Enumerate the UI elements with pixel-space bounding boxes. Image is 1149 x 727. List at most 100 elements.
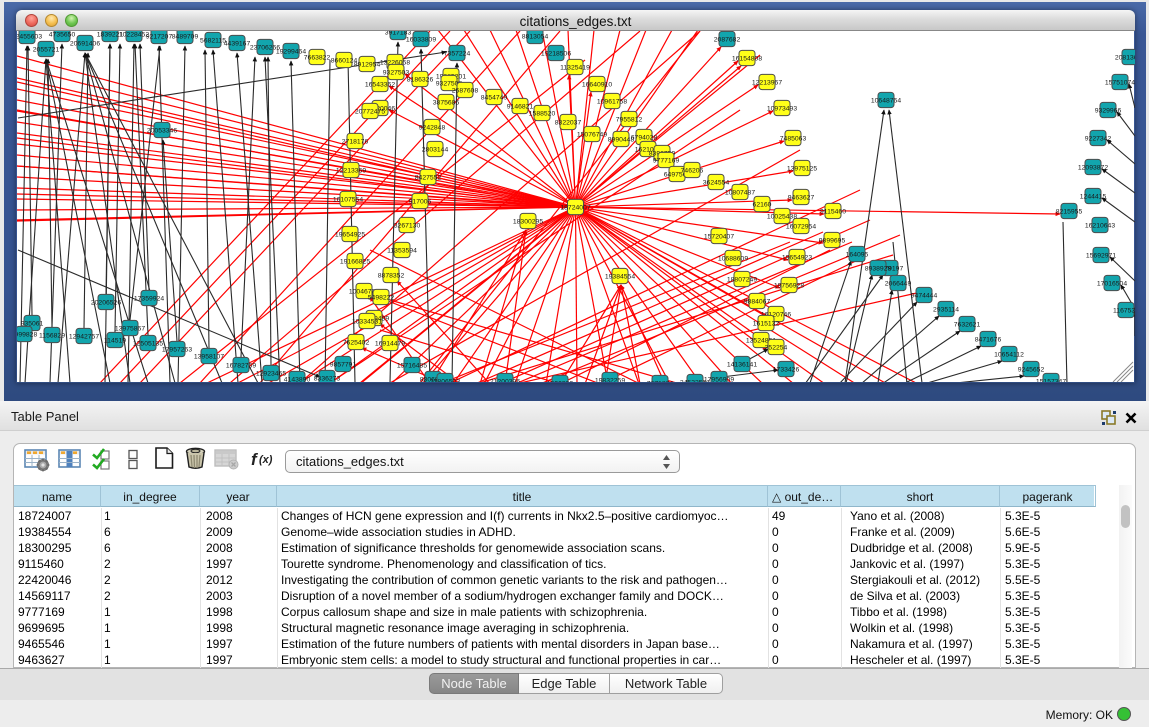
svg-text:8186326: 8186326 (407, 77, 434, 84)
svg-text:12213369: 12213369 (336, 168, 366, 175)
svg-text:1615132: 1615132 (753, 321, 780, 328)
svg-text:9146821: 9146821 (507, 104, 534, 111)
svg-text:19654923: 19654923 (782, 255, 812, 262)
svg-text:9857791: 9857791 (330, 362, 357, 369)
svg-text:8878352: 8878352 (378, 273, 405, 280)
svg-text:16072954: 16072954 (786, 224, 816, 231)
svg-text:19166825: 19166825 (340, 259, 370, 266)
svg-text:7632621: 7632621 (954, 322, 981, 329)
svg-text:114519: 114519 (104, 338, 126, 345)
svg-text:9474444: 9474444 (911, 293, 938, 300)
svg-text:4735650: 4735650 (49, 32, 76, 39)
svg-text:12923465: 12923465 (256, 371, 286, 378)
svg-text:1167531: 1167531 (1113, 308, 1135, 315)
svg-text:12213967: 12213967 (752, 80, 782, 87)
svg-text:9242848: 9242848 (419, 125, 446, 132)
svg-text:(x): (x) (259, 454, 273, 466)
svg-text:8938928: 8938928 (865, 266, 892, 273)
svg-text:12093872: 12093872 (1078, 165, 1108, 172)
svg-text:9329966: 9329966 (1095, 108, 1122, 115)
svg-text:19384554: 19384554 (605, 274, 635, 281)
svg-text:10654112: 10654112 (994, 352, 1024, 359)
svg-text:2687608: 2687608 (452, 88, 479, 95)
svg-text:9884067: 9884067 (744, 299, 771, 306)
svg-text:18300295: 18300295 (513, 219, 543, 226)
svg-text:7485063: 7485063 (780, 136, 807, 143)
svg-text:2066449: 2066449 (885, 281, 912, 288)
svg-text:10807487: 10807487 (725, 190, 755, 197)
svg-text:2935114: 2935114 (933, 307, 959, 314)
svg-text:16107554: 16107554 (333, 197, 363, 204)
svg-text:2087682: 2087682 (714, 37, 741, 44)
svg-text:62160: 62160 (753, 202, 772, 209)
svg-text:8215955: 8215955 (1056, 209, 1083, 216)
svg-text:16782759: 16782759 (226, 363, 256, 370)
svg-text:8322037: 8322037 (555, 120, 582, 127)
svg-text:9115460: 9115460 (820, 209, 846, 216)
svg-text:13975125: 13975125 (787, 166, 817, 173)
svg-text:15692971: 15692971 (1086, 253, 1116, 260)
svg-text:17016504: 17016504 (1097, 281, 1127, 288)
svg-text:3624554: 3624554 (703, 180, 730, 187)
svg-text:17359924: 17359924 (134, 296, 164, 303)
svg-text:1999828: 1999828 (17, 332, 37, 339)
svg-text:164095: 164095 (846, 252, 869, 259)
svg-text:20691406: 20691406 (70, 41, 100, 48)
svg-text:15716485: 15716485 (397, 363, 427, 370)
svg-text:8427552: 8427552 (415, 175, 442, 182)
svg-text:14136141: 14136141 (727, 362, 757, 369)
svg-text:9777169: 9777169 (653, 158, 680, 165)
svg-text:20053346: 20053346 (147, 128, 177, 135)
svg-text:10334531: 10334531 (352, 319, 382, 326)
svg-text:17957263: 17957263 (162, 347, 192, 354)
svg-text:7955812: 7955812 (616, 117, 643, 124)
svg-text:10228452: 10228452 (119, 32, 149, 39)
svg-text:19299464: 19299464 (276, 49, 306, 56)
svg-text:10973493: 10973493 (767, 106, 797, 113)
svg-text:1588520: 1588520 (529, 111, 556, 118)
svg-text:7663822: 7663822 (304, 55, 331, 62)
svg-text:3875685: 3875685 (433, 100, 460, 107)
svg-text:7625402: 7625402 (343, 340, 370, 347)
svg-text:1156829: 1156829 (39, 333, 65, 340)
svg-text:10025438: 10025438 (767, 214, 797, 221)
svg-text:1244415: 1244415 (1080, 194, 1107, 201)
svg-text:8912954: 8912954 (354, 62, 381, 69)
svg-text:15076749: 15076749 (577, 132, 607, 139)
svg-text:3267130: 3267130 (394, 223, 421, 230)
svg-text:8471676: 8471676 (975, 337, 1002, 344)
svg-text:24532561: 24532561 (680, 380, 710, 383)
svg-text:20772475: 20772475 (355, 109, 385, 116)
svg-text:2803144: 2803144 (422, 147, 449, 154)
svg-text:8454749: 8454749 (481, 95, 508, 102)
svg-text:11353594: 11353594 (387, 248, 417, 255)
svg-text:18724007: 18724007 (560, 205, 590, 212)
svg-text:21200396: 21200396 (490, 379, 520, 383)
svg-text:16914479: 16914479 (375, 341, 405, 348)
svg-text:10961758: 10961758 (597, 99, 627, 106)
svg-text:15751074: 15751074 (1105, 80, 1135, 87)
svg-text:10688609: 10688609 (718, 256, 748, 263)
svg-text:8489709: 8489709 (172, 34, 199, 41)
svg-text:9463627: 9463627 (788, 195, 815, 202)
svg-text:16543362: 16543362 (365, 82, 395, 89)
svg-text:252254: 252254 (765, 345, 788, 352)
svg-text:9227342: 9227342 (1085, 136, 1112, 143)
svg-text:18807249: 18807249 (727, 277, 757, 284)
svg-text:2718176: 2718176 (342, 139, 369, 146)
svg-text:8813054: 8813054 (522, 34, 549, 41)
svg-text:1890399: 1890399 (547, 381, 574, 383)
svg-text:22455603: 22455603 (17, 34, 42, 41)
svg-text:f: f (251, 450, 259, 469)
svg-text:12942757: 12942757 (69, 334, 99, 341)
svg-text:16210643: 16210643 (1085, 223, 1115, 230)
svg-text:10648764: 10648764 (871, 98, 901, 105)
svg-text:13975867: 13975867 (115, 326, 145, 333)
svg-text:6794028: 6794028 (631, 135, 658, 142)
svg-text:20813640: 20813640 (1115, 55, 1135, 62)
svg-text:5498222: 5498222 (368, 295, 395, 302)
svg-text:9899695: 9899695 (819, 238, 846, 245)
svg-text:9245652: 9245652 (1018, 367, 1045, 374)
svg-text:917006: 917006 (409, 199, 432, 206)
svg-text:16154808: 16154808 (732, 56, 762, 63)
